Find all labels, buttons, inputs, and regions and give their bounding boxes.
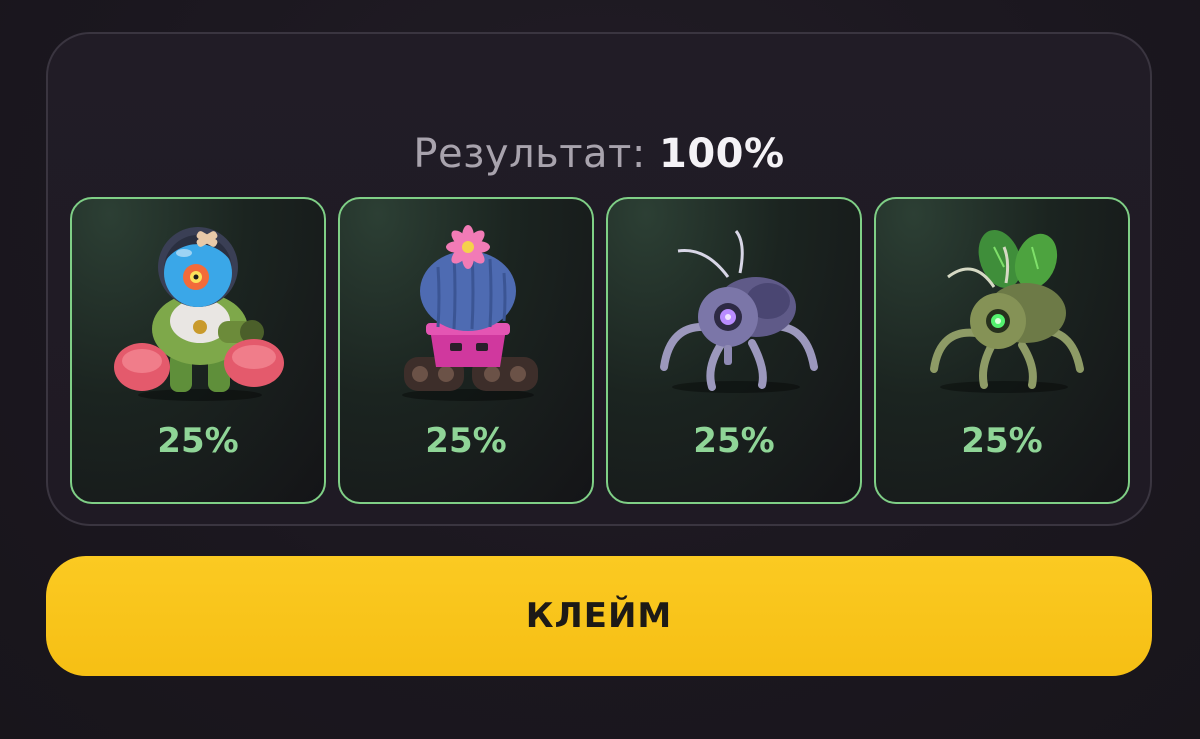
diver-robot-icon	[114, 227, 284, 401]
robot-card[interactable]: 25%	[874, 197, 1130, 504]
card-percent: 25%	[961, 421, 1043, 461]
result-label: Результат:	[413, 131, 646, 177]
green-fly-bot-icon	[930, 229, 1084, 393]
robot-card[interactable]: 25%	[606, 197, 862, 504]
game-screen: Результат: 100% 25% 25% 25% 25% КЛЕЙМ	[0, 0, 1200, 739]
robot-card[interactable]: 25%	[70, 197, 326, 504]
card-percent: 25%	[157, 421, 239, 461]
card-percent: 25%	[425, 421, 507, 461]
robot-card[interactable]: 25%	[338, 197, 594, 504]
result-line: Результат: 100%	[48, 130, 1150, 178]
card-percent: 25%	[693, 421, 775, 461]
cactus-tank-icon	[402, 225, 538, 401]
purple-spider-bot-icon	[660, 230, 818, 393]
result-value: 100%	[659, 131, 785, 177]
claim-button[interactable]: КЛЕЙМ	[46, 556, 1152, 676]
robot-cards: 25% 25% 25% 25%	[70, 197, 1130, 504]
